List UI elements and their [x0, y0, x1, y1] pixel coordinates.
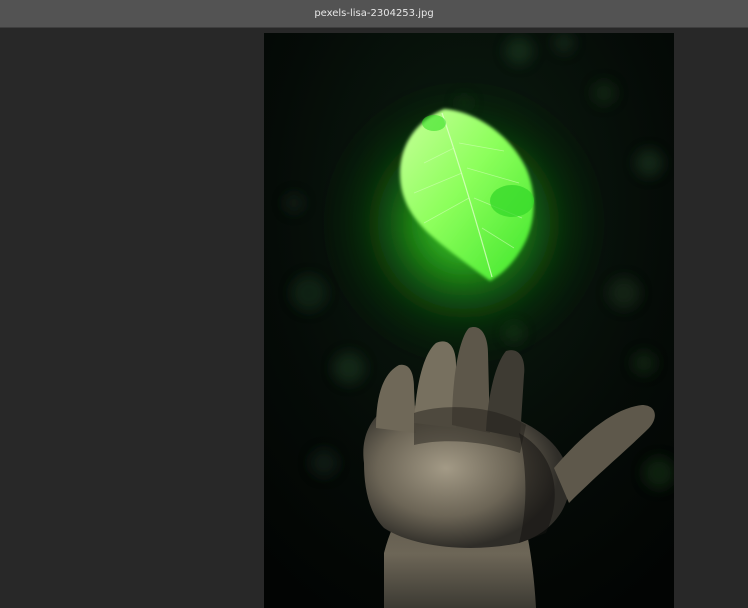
document-title: pexels-lisa-2304253.jpg [314, 8, 434, 19]
document-titlebar: pexels-lisa-2304253.jpg [0, 0, 748, 28]
document-image[interactable] [264, 33, 674, 608]
leaf-hand-photo [264, 33, 674, 608]
